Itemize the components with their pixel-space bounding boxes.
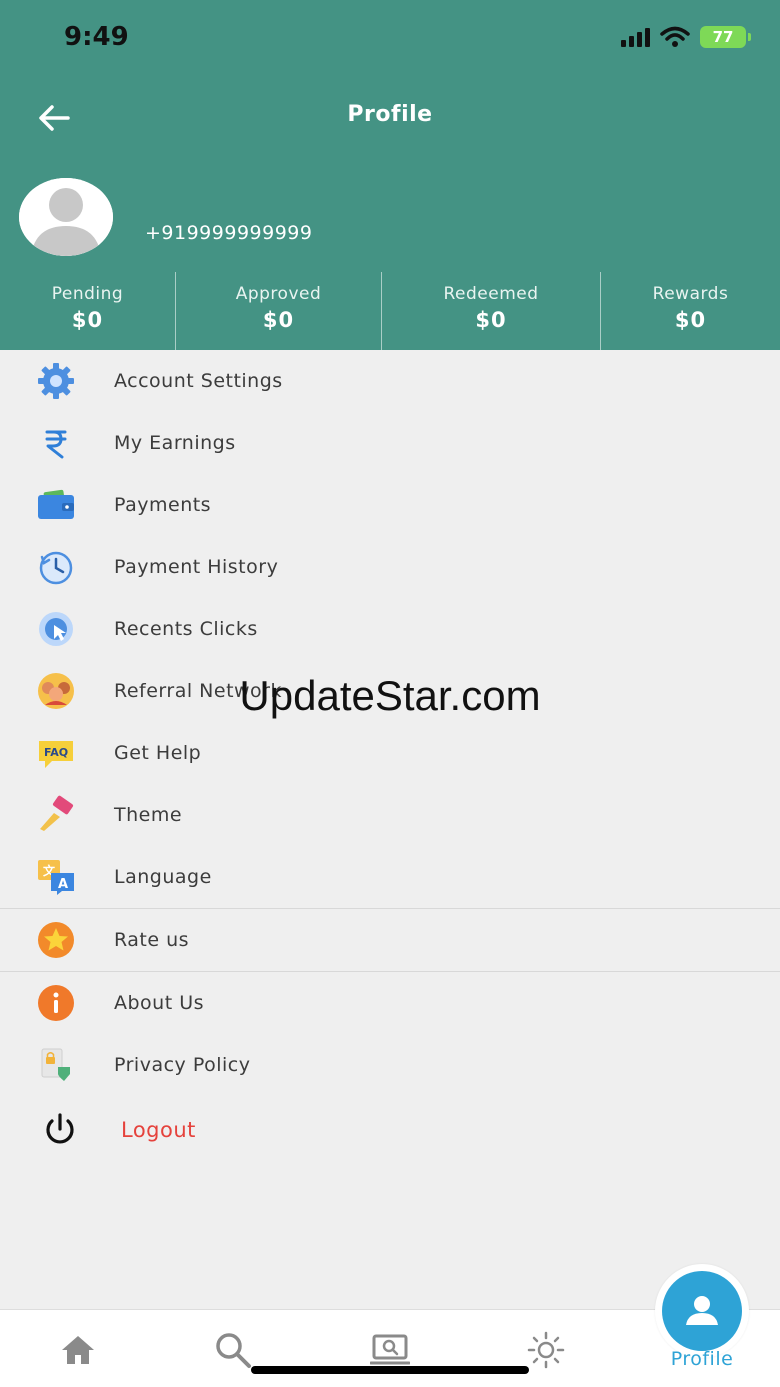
gear-icon (38, 363, 74, 399)
user-icon (686, 1296, 718, 1325)
menu-item-account-settings[interactable]: Account Settings (0, 350, 780, 412)
avatar[interactable] (19, 178, 113, 256)
stat-value: $0 (262, 308, 295, 332)
menu-item-label: My Earnings (114, 432, 236, 454)
menu-item-about-us[interactable]: About Us (0, 972, 780, 1034)
default-avatar-icon (19, 178, 113, 256)
faq-icon: FAQ (39, 741, 73, 768)
menu-item-label: Language (114, 866, 212, 888)
profile-tab-circle (662, 1271, 742, 1351)
menu-item-label: Payments (114, 494, 212, 516)
translate-icon: 文 A (38, 860, 74, 895)
menu-item-language[interactable]: 文 A Language (0, 846, 780, 908)
home-indicator[interactable] (251, 1366, 529, 1374)
search-icon[interactable] (213, 1330, 253, 1370)
profile-tab-button[interactable] (655, 1264, 749, 1358)
menu-item-label: Recents Clicks (114, 618, 258, 640)
menu-item-payment-history[interactable]: Payment History (0, 536, 780, 598)
battery-level: 77 (712, 28, 734, 46)
menu-item-my-earnings[interactable]: My Earnings (0, 412, 780, 474)
profile-menu: Account Settings My Earnings Payments Pa… (0, 350, 780, 1164)
svg-text:A: A (58, 877, 68, 892)
stat-label: Approved (235, 284, 322, 304)
info-icon (38, 985, 74, 1021)
stat-label: Redeemed (443, 284, 539, 304)
menu-item-theme[interactable]: Theme (0, 784, 780, 846)
stat-approved[interactable]: Approved $0 (175, 272, 381, 350)
status-time: 9:49 (64, 22, 129, 52)
privacy-lock-icon (41, 1048, 70, 1081)
menu-item-label: Account Settings (114, 370, 283, 392)
stat-value: $0 (674, 308, 707, 332)
status-icons: 77 (621, 26, 751, 48)
menu-item-privacy-policy[interactable]: Privacy Policy (0, 1034, 780, 1096)
stat-rewards[interactable]: Rewards $0 (600, 272, 780, 350)
menu-item-get-help[interactable]: FAQ Get Help (0, 722, 780, 784)
stats-row: Pending $0 Approved $0 Redeemed $0 Rewar… (0, 272, 780, 350)
home-icon[interactable] (58, 1330, 98, 1370)
menu-item-payments[interactable]: Payments (0, 474, 780, 536)
menu-item-label: Privacy Policy (114, 1054, 251, 1076)
menu-item-label: About Us (114, 992, 205, 1014)
profile-tab-label[interactable]: Profile (640, 1348, 764, 1370)
cellular-signal-icon (621, 27, 650, 47)
menu-item-label: Get Help (114, 742, 202, 764)
stat-value: $0 (475, 308, 507, 332)
profile-header: 9:49 77 Profile +919999999999 Pending $0 (0, 0, 780, 350)
page-title: Profile (347, 102, 433, 127)
menu-item-rate-us[interactable]: Rate us (0, 909, 780, 971)
phone-number: +919999999999 (145, 222, 313, 244)
sun-icon[interactable] (526, 1330, 566, 1370)
menu-item-recents-clicks[interactable]: Recents Clicks (0, 598, 780, 660)
watermark: UpdateStar.com (239, 672, 541, 719)
menu-item-logout[interactable]: Logout (0, 1096, 780, 1164)
laptop-search-icon[interactable] (370, 1330, 410, 1370)
menu-item-label: Rate us (114, 929, 190, 951)
star-icon (38, 922, 74, 958)
svg-text:FAQ: FAQ (44, 746, 68, 759)
rupee-icon (45, 430, 67, 459)
stat-redeemed[interactable]: Redeemed $0 (381, 272, 600, 350)
logout-label: Logout (121, 1118, 196, 1142)
menu-item-label: Theme (114, 804, 183, 826)
wifi-icon (660, 26, 690, 47)
stat-pending[interactable]: Pending $0 (0, 272, 175, 350)
menu-item-label: Payment History (114, 556, 279, 578)
paint-brush-icon (40, 795, 74, 831)
history-clock-icon (39, 551, 73, 585)
power-icon (46, 1113, 74, 1144)
battery-icon: 77 (700, 26, 751, 48)
click-icon (39, 612, 73, 646)
stat-value: $0 (71, 308, 104, 332)
wallet-icon (38, 489, 74, 519)
stat-label: Rewards (652, 284, 729, 304)
stat-label: Pending (51, 284, 124, 304)
